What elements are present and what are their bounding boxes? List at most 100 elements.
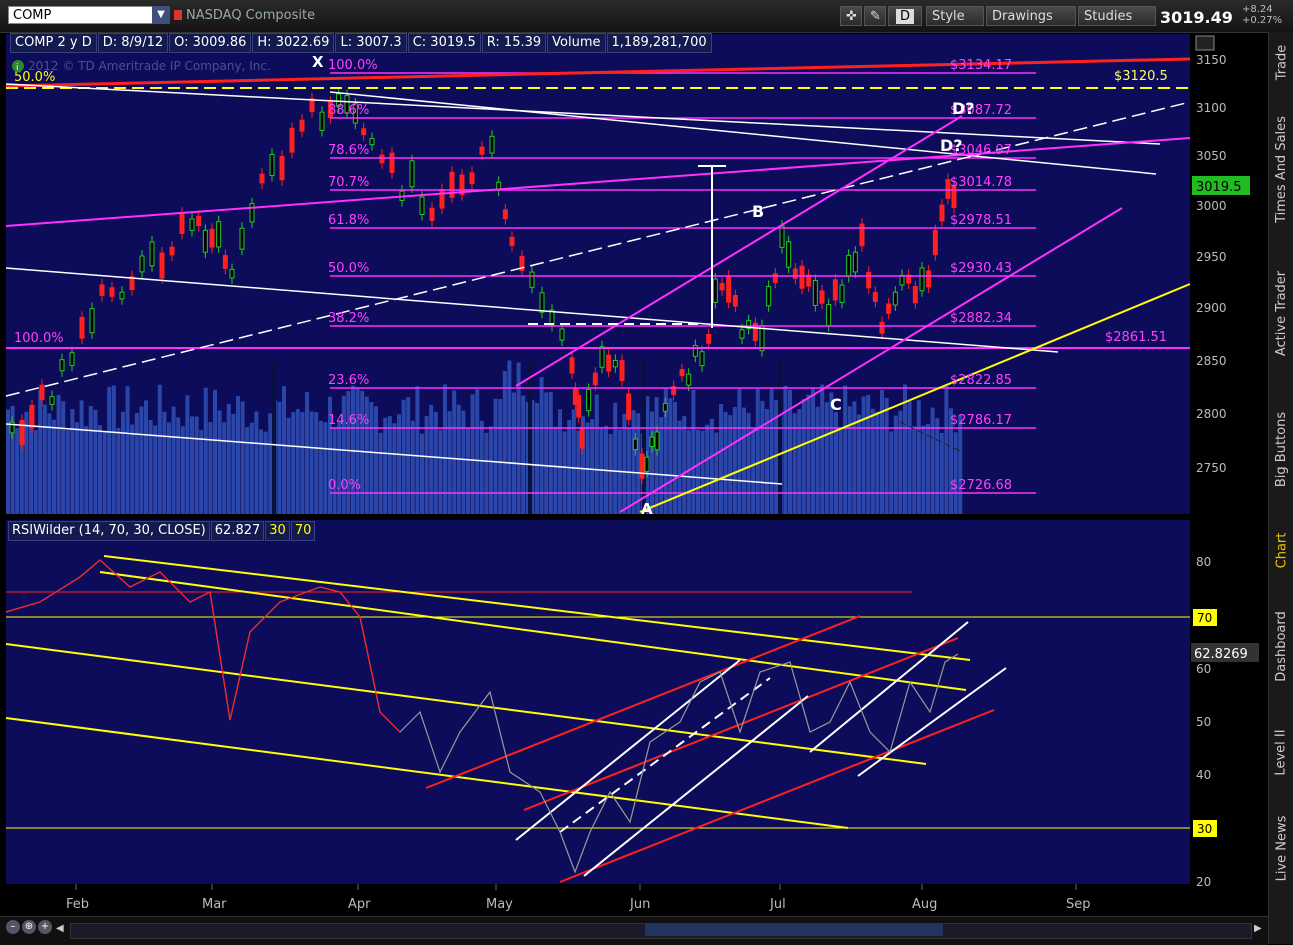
symbol-description: NASDAQ Composite — [186, 8, 316, 23]
fib-pct-label: 61.8% — [328, 213, 369, 228]
point-d2-label: D? — [940, 136, 963, 155]
price-tick-label: 3000 — [1196, 199, 1227, 213]
tab-label: Level II — [1274, 728, 1289, 776]
fib-pct-label: 14.6% — [328, 413, 369, 428]
info-date: D: 8/9/12 — [97, 33, 169, 53]
time-axis: Feb Mar Apr May Jun Jul Aug Sep — [66, 884, 1091, 912]
tab-times-and-sales[interactable]: Times And Sales — [1269, 94, 1293, 244]
rsi-os-level: 70 — [290, 521, 316, 541]
time-tick-label: Aug — [912, 897, 937, 912]
info-symbol-period[interactable]: COMP 2 y D — [10, 33, 97, 53]
zoom-fit-icon[interactable]: ⊕ — [22, 920, 36, 934]
time-tick-label: Feb — [66, 897, 89, 912]
fib-price-label: $2822.85 — [950, 373, 1012, 388]
scroll-left-icon[interactable]: ◀ — [56, 923, 68, 937]
tab-label: Dashboard — [1274, 610, 1289, 682]
symbol-input[interactable]: COMP — [8, 6, 153, 24]
rsi-70-label: 70 — [1197, 611, 1212, 625]
rsi-panel — [6, 520, 1190, 884]
rsi-study-title[interactable]: RSIWilder (14, 70, 30, CLOSE) — [8, 521, 210, 541]
point-c-label: C — [830, 395, 842, 414]
price-tick-label: 2850 — [1196, 354, 1227, 368]
info-close: C: 3019.5 — [407, 33, 481, 53]
scroll-thumb[interactable] — [645, 924, 943, 936]
tab-level-ii[interactable]: Level II — [1269, 712, 1293, 792]
rsi-current-label: 62.8269 — [1194, 647, 1248, 662]
tab-label: Chart — [1274, 532, 1290, 568]
symbol-dropdown-button[interactable]: ▼ — [152, 6, 170, 24]
fib-pct-label: 50.0% — [328, 261, 369, 276]
rsi-tick-label: 20 — [1196, 875, 1211, 889]
settings-tool-button[interactable]: ✎ — [864, 6, 886, 26]
fib-price-label: $2882.34 — [950, 311, 1012, 326]
style-menu[interactable]: Style — [926, 6, 984, 26]
copyright-text: 2012 © TD Ameritrade IP Company, Inc. — [28, 59, 271, 73]
fib-price-label: $2930.43 — [950, 261, 1012, 276]
tab-trade[interactable]: Trade — [1269, 32, 1293, 92]
price-change: +8.24 +0.27% — [1242, 4, 1282, 26]
aggregation-button[interactable]: D — [888, 6, 922, 26]
time-tick-label: Mar — [202, 897, 227, 912]
price-tick-label: 2900 — [1196, 301, 1227, 315]
price-tick-label: 2800 — [1196, 407, 1227, 421]
last-price: 3019.49 — [1160, 8, 1233, 27]
rsi-ob-level: 30 — [265, 521, 290, 541]
fib-price-label: $3134.17 — [950, 58, 1012, 73]
studies-label: Studies — [1084, 9, 1133, 24]
fib-pct-label: 70.7% — [328, 175, 369, 190]
price-tick-label: 2950 — [1196, 250, 1227, 264]
scroll-right-icon[interactable]: ▶ — [1254, 923, 1266, 937]
tab-label: Trade — [1274, 44, 1289, 80]
tab-label: Live News — [1274, 815, 1289, 881]
time-tick-label: May — [486, 897, 513, 912]
time-tick-label: Jun — [629, 897, 650, 912]
pan-tool-button[interactable]: ✜ — [840, 6, 862, 26]
tab-dashboard[interactable]: Dashboard — [1269, 586, 1293, 706]
fib-pct-label: 78.6% — [328, 143, 369, 158]
fib-pct-label: 100.0% — [328, 58, 378, 73]
info-volume: 1,189,281,700 — [606, 33, 712, 53]
fib-price-label: $2786.17 — [950, 413, 1012, 428]
zoom-in-icon[interactable]: + — [38, 920, 52, 934]
rsi-value: 62.827 — [210, 521, 265, 541]
panel-toggle-icon[interactable] — [1195, 35, 1215, 51]
fib-price-label: $2726.68 — [950, 478, 1012, 493]
fib-price-label: $3014.78 — [950, 175, 1012, 190]
tab-chart[interactable]: Chart — [1269, 520, 1293, 580]
point-b-label: B — [752, 202, 764, 221]
studies-menu[interactable]: Studies — [1078, 6, 1156, 26]
current-price-label: 3019.5 — [1196, 180, 1242, 195]
rsi-tick-label: 50 — [1196, 715, 1211, 729]
info-volume-label[interactable]: Volume — [547, 33, 606, 53]
bottom-scroll-bar: ◀ ▶ — [0, 916, 1268, 945]
rsi-tick-label: 40 — [1196, 768, 1211, 782]
change-pct: +0.27% — [1242, 15, 1283, 26]
drawings-menu[interactable]: Drawings — [986, 6, 1076, 26]
time-tick-label: Apr — [348, 897, 371, 912]
tab-label: Times And Sales — [1274, 115, 1289, 223]
level-3120-label: $3120.5 — [1114, 69, 1168, 84]
time-tick-label: Sep — [1066, 897, 1091, 912]
fib-pct-label: 38.2% — [328, 311, 369, 326]
tab-big-buttons[interactable]: Big Buttons — [1269, 384, 1293, 514]
tab-live-news[interactable]: Live News — [1269, 798, 1293, 898]
top-toolbar: COMP ▼ NASDAQ Composite ✜ ✎ D Style Draw… — [0, 0, 1293, 33]
fib-pct-label: 23.6% — [328, 373, 369, 388]
price-tick-label: 3100 — [1196, 101, 1227, 115]
rsi-tick-label: 60 — [1196, 662, 1211, 676]
fib-pct-label: 88.6% — [328, 103, 369, 118]
style-label: Style — [932, 9, 965, 24]
rsi-info-bar: RSIWilder (14, 70, 30, CLOSE) 62.827 30 … — [8, 521, 316, 541]
ohlc-info-bar: COMP 2 y D D: 8/9/12 O: 3009.86 H: 3022.… — [10, 33, 713, 53]
right-side-tabs: Trade Times And Sales Active Trader Big But… — [1268, 32, 1293, 944]
drawings-label: Drawings — [992, 9, 1053, 24]
info-high: H: 3022.69 — [252, 33, 335, 53]
level-2861-label: $2861.51 — [1105, 330, 1167, 345]
zoom-out-icon[interactable]: – — [6, 920, 20, 934]
time-tick-label: Jul — [769, 897, 786, 912]
chart-area[interactable]: 100.0% $3134.1788.6% $3087.7278.6% $3046.97… — [0, 32, 1268, 916]
price-tick-label: 2750 — [1196, 461, 1227, 475]
tab-active-trader[interactable]: Active Trader — [1269, 248, 1293, 378]
fib-left-100-label: 100.0% — [14, 331, 64, 346]
price-tick-label: 3150 — [1196, 53, 1227, 67]
